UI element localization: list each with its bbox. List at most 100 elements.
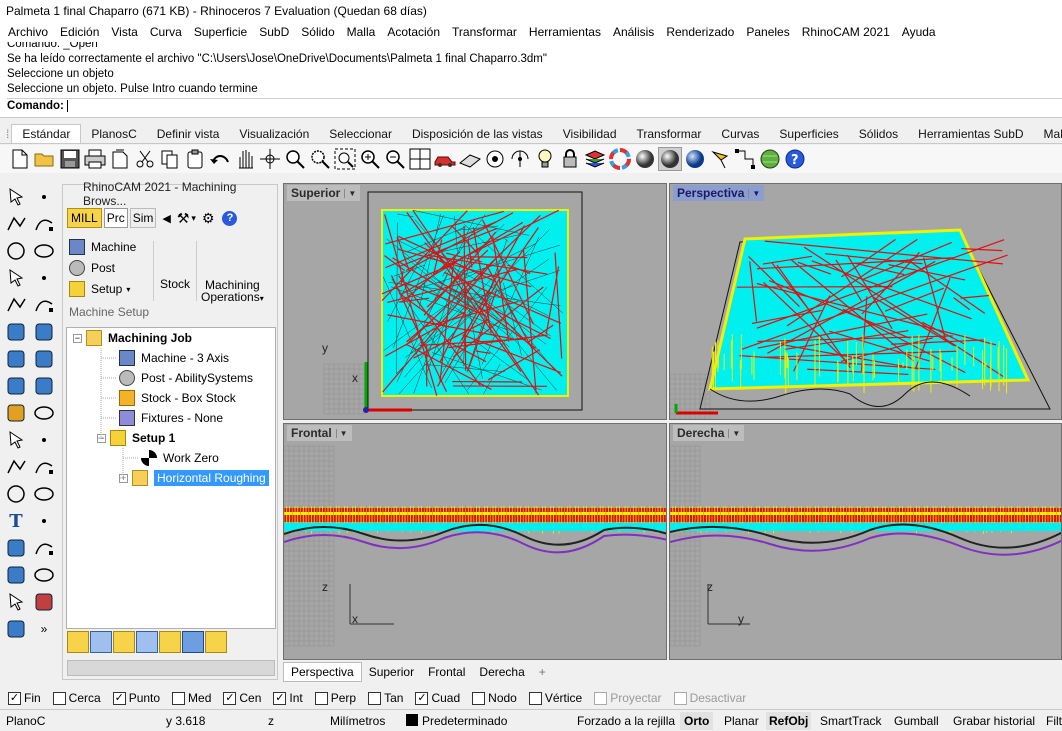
- car-icon[interactable]: [433, 147, 457, 171]
- menu-acotacion[interactable]: Acotación: [381, 25, 446, 39]
- viewport-top[interactable]: Superior ▼: [283, 183, 667, 420]
- osnap-cerca[interactable]: Cerca: [52, 691, 101, 705]
- menu-analisis[interactable]: Análisis: [607, 25, 660, 39]
- osnap-cen[interactable]: ✓ Cen: [223, 691, 261, 705]
- copy-icon[interactable]: [158, 147, 182, 171]
- blue-sphere-icon[interactable]: [683, 147, 707, 171]
- osnap-fin[interactable]: ✓ Fin: [8, 691, 41, 705]
- ellipse-icon[interactable]: [32, 240, 56, 262]
- machine-button[interactable]: Machine: [69, 237, 136, 257]
- sweep-icon[interactable]: [32, 375, 56, 397]
- shaded-sphere-icon[interactable]: [633, 147, 657, 171]
- print-icon[interactable]: [83, 147, 107, 171]
- viewport-title-perspective[interactable]: Perspectiva ▼: [673, 185, 765, 201]
- tab-herramientas-subd[interactable]: Herramientas SubD: [908, 125, 1033, 143]
- post-button[interactable]: Post: [69, 258, 115, 278]
- osnap-nodo[interactable]: Nodo: [472, 691, 517, 705]
- osnap-cuad[interactable]: ✓ Cuad: [415, 691, 460, 705]
- zoom-all-icon[interactable]: [383, 147, 407, 171]
- menu-transformar[interactable]: Transformar: [446, 25, 523, 39]
- tab-transformar[interactable]: Transformar: [627, 125, 712, 143]
- box-icon[interactable]: [4, 348, 28, 370]
- tools-icon[interactable]: ⚒: [177, 210, 190, 227]
- rectangle-icon[interactable]: [32, 267, 56, 289]
- paste-icon[interactable]: [183, 147, 207, 171]
- extrude-icon[interactable]: [4, 375, 28, 397]
- osnap-checkbox[interactable]: ✓: [273, 691, 287, 705]
- osnap-int[interactable]: ✓ Int: [273, 691, 303, 705]
- osnap-checkbox[interactable]: [528, 691, 542, 705]
- tab-simulate[interactable]: Sim: [129, 208, 157, 228]
- tab-superficies[interactable]: Superficies: [769, 125, 848, 143]
- tab-solidos[interactable]: Sólidos: [849, 125, 908, 143]
- light-icon[interactable]: [533, 147, 557, 171]
- more-icon[interactable]: »: [32, 618, 56, 640]
- help-icon[interactable]: ?: [222, 210, 238, 226]
- circle-icon[interactable]: [4, 240, 28, 262]
- split-icon[interactable]: [32, 483, 56, 505]
- fillet-icon[interactable]: [32, 294, 56, 316]
- points-icon[interactable]: [32, 456, 56, 478]
- viewport-perspective[interactable]: Perspectiva ▼: [669, 183, 1062, 420]
- viewport-title-top[interactable]: Superior ▼: [287, 185, 361, 201]
- surface-edge-icon[interactable]: [32, 321, 56, 343]
- text-icon[interactable]: T: [4, 510, 28, 532]
- tab-program[interactable]: Prc: [103, 208, 128, 228]
- tab-planosc[interactable]: PlanosC: [81, 125, 146, 143]
- group-icon[interactable]: [4, 537, 28, 559]
- machining-operations-button[interactable]: Machining Operations▾: [201, 279, 264, 305]
- select-icon[interactable]: [4, 186, 28, 208]
- osnap-checkbox[interactable]: [52, 691, 66, 705]
- menu-curva[interactable]: Curva: [144, 25, 188, 39]
- tab-mallas[interactable]: Mallas: [1034, 125, 1062, 143]
- ortho-snap-icon[interactable]: [733, 147, 757, 171]
- osnap-checkbox[interactable]: [472, 691, 486, 705]
- menu-paneles[interactable]: Paneles: [740, 25, 795, 39]
- grid-icon[interactable]: [4, 591, 28, 613]
- osnap-checkbox[interactable]: ✓: [8, 691, 21, 705]
- sphere-icon[interactable]: [32, 348, 56, 370]
- import-icon[interactable]: [108, 147, 132, 171]
- osnap-checkbox[interactable]: ✓: [415, 691, 429, 705]
- mirror-icon[interactable]: [32, 429, 56, 451]
- lock-icon[interactable]: [558, 147, 582, 171]
- menu-rhinocam[interactable]: RhinoCAM 2021: [796, 25, 896, 39]
- viewport-title-right[interactable]: Derecha ▼: [673, 425, 745, 441]
- osnap-checkbox[interactable]: ✓: [112, 691, 126, 705]
- undo-icon[interactable]: [208, 147, 232, 171]
- status-grid-snap[interactable]: Forzado a la rejilla: [577, 714, 675, 728]
- osnap-med[interactable]: Med: [172, 691, 211, 705]
- array-icon[interactable]: [32, 564, 56, 586]
- osnap-tan[interactable]: Tan: [368, 691, 403, 705]
- vp-tab-frontal[interactable]: Frontal: [421, 665, 472, 679]
- tab-seleccionar[interactable]: Seleccionar: [319, 125, 402, 143]
- tab-definir-vista[interactable]: Definir vista: [147, 125, 230, 143]
- polygon-icon[interactable]: [4, 294, 28, 316]
- menu-subd[interactable]: SubD: [253, 25, 295, 39]
- gear-icon[interactable]: [4, 402, 28, 424]
- vp-tab-perspectiva[interactable]: Perspectiva: [283, 662, 362, 682]
- cplane-icon[interactable]: [458, 147, 482, 171]
- stock-button[interactable]: Stock: [160, 277, 190, 291]
- zoom-extents-icon[interactable]: [333, 147, 357, 171]
- grid-snap-icon[interactable]: [483, 147, 507, 171]
- toolbar-icon-1[interactable]: [67, 631, 89, 653]
- status-planar[interactable]: Planar: [724, 714, 759, 728]
- four-viewports-icon[interactable]: [408, 147, 432, 171]
- status-history[interactable]: Grabar historial: [953, 714, 1035, 728]
- toolbar-icon-7[interactable]: [205, 631, 227, 653]
- color-icon[interactable]: [608, 147, 632, 171]
- back-icon[interactable]: ◀: [162, 212, 170, 225]
- new-icon[interactable]: [8, 147, 32, 171]
- cut-icon[interactable]: [133, 147, 157, 171]
- menu-archivo[interactable]: Archivo: [2, 25, 54, 39]
- zoom-icon[interactable]: [283, 147, 307, 171]
- polyline-icon[interactable]: [4, 213, 28, 235]
- status-units[interactable]: Milímetros: [330, 714, 385, 728]
- pan-icon[interactable]: [233, 147, 257, 171]
- layer-icon[interactable]: [4, 618, 28, 640]
- toolbar-icon-4[interactable]: [136, 631, 158, 653]
- dimension-icon[interactable]: [32, 510, 56, 532]
- mesh-icon[interactable]: [32, 402, 56, 424]
- help-icon[interactable]: ?: [783, 147, 807, 171]
